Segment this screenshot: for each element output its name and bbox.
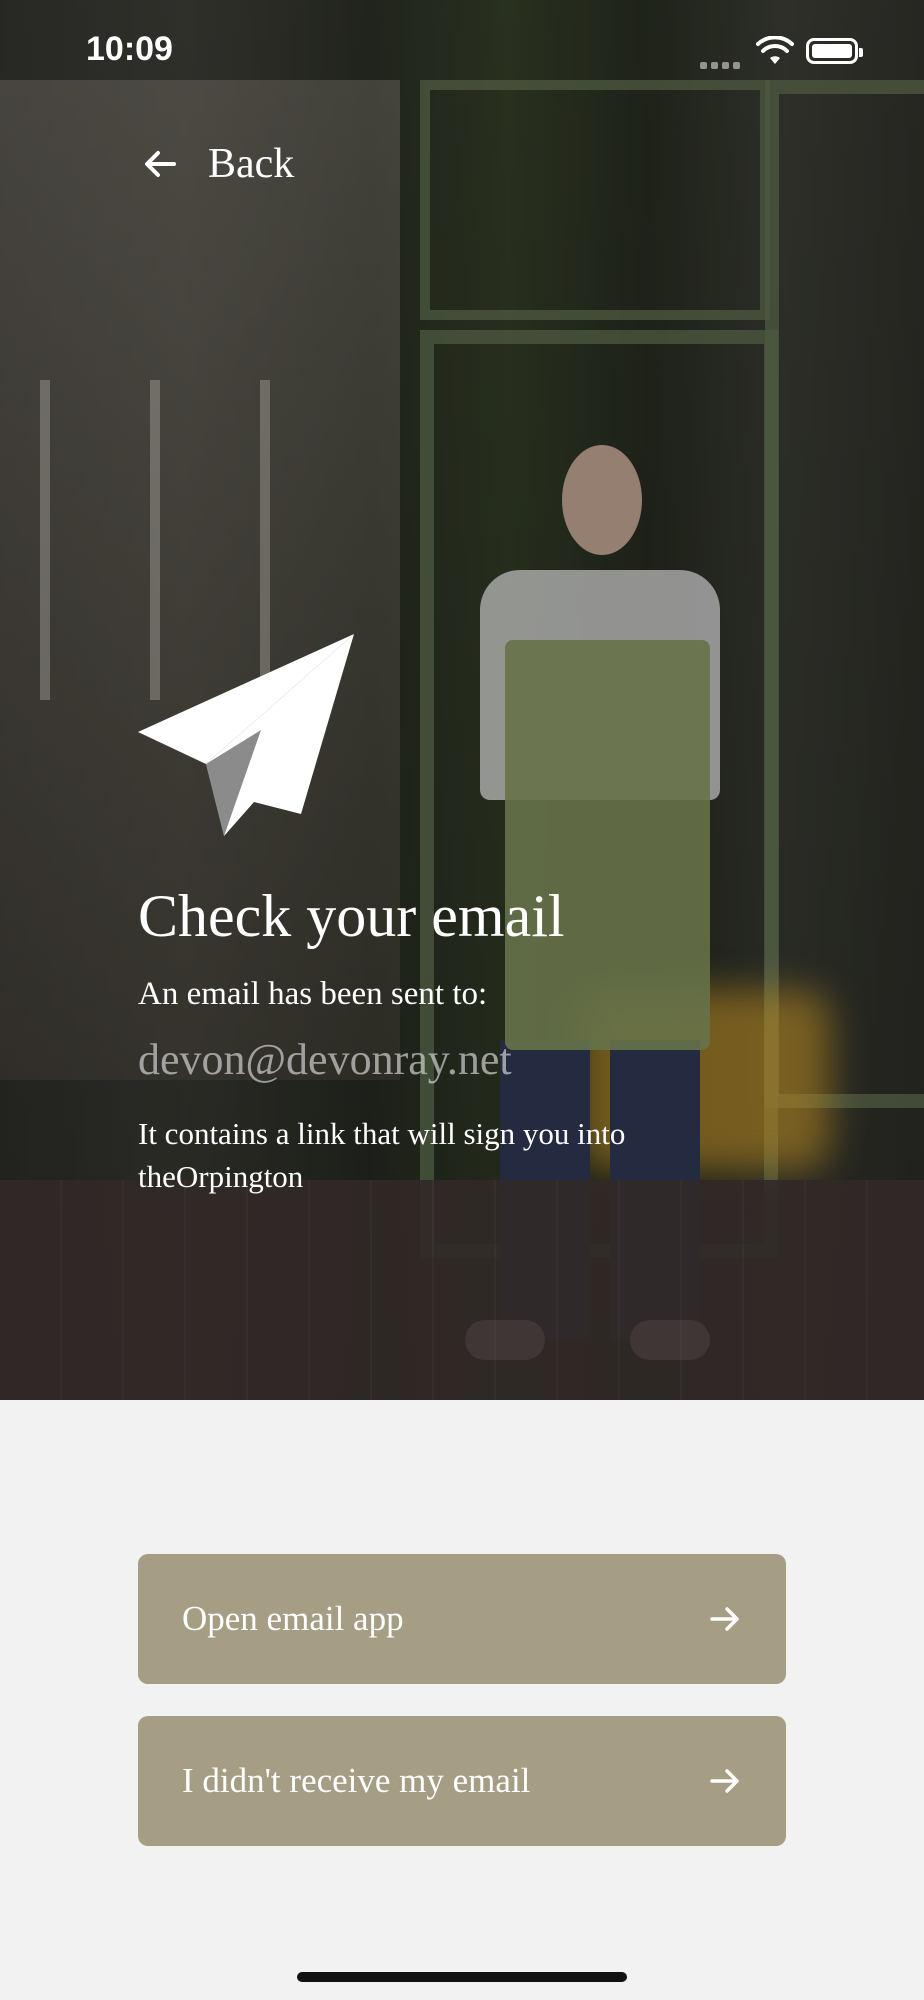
battery-icon [806,38,863,64]
status-time: 10:09 [86,30,173,68]
arrow-right-icon [710,1607,739,1631]
paper-plane-icon [138,634,354,836]
sign-in-description: It contains a link that will sign you in… [138,1116,626,1194]
home-indicator[interactable] [297,1972,627,1982]
arrow-right-icon [710,1769,739,1793]
back-label: Back [208,141,295,187]
sent-to-label: An email has been sent to: [138,976,488,1012]
open-email-app-button[interactable]: Open email app [138,1554,786,1684]
recipient-email: devon@devonray.net [138,1035,512,1084]
open-email-app-label: Open email app [182,1599,404,1638]
email-not-received-button[interactable]: I didn't receive my email [138,1716,786,1846]
email-not-received-label: I didn't receive my email [182,1761,531,1800]
back-button[interactable]: Back [140,140,294,188]
wifi-icon [756,36,794,64]
status-bar: 10:09 [0,0,924,100]
page-title: Check your email [138,883,565,949]
arrow-left-icon [145,151,176,177]
cellular-signal-icon [700,56,744,74]
